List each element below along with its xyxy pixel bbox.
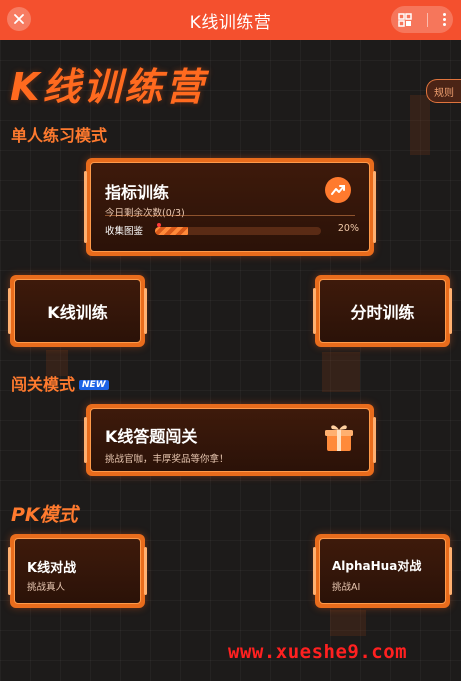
close-icon <box>14 14 24 24</box>
watermark: www.xueshe9.com <box>228 641 408 663</box>
section-title-challenge: 闯关模式 NEW <box>11 371 109 395</box>
capsule-menu <box>391 6 453 33</box>
capsule-divider <box>426 12 428 27</box>
card-inner: K线答题闯关 挑战官咖，丰厚奖品等你拿！ <box>84 408 376 472</box>
section-title-pk: PK模式 <box>11 504 78 526</box>
decor-bar <box>410 95 430 155</box>
card-inner: 分时训练 <box>313 279 452 343</box>
new-badge: NEW <box>79 380 109 390</box>
kline-training-label: K线训练 <box>47 303 108 322</box>
section-title-challenge-text: 闯关模式 <box>11 375 76 394</box>
indicator-training-card[interactable]: 指标训练 今日剩余次数(0/3) 收集图鉴 20% <box>84 158 376 256</box>
progress-fill <box>155 227 189 235</box>
collection-progress <box>155 227 321 235</box>
quiz-challenge-card[interactable]: K线答题闯关 挑战官咖，丰厚奖品等你拿！ <box>84 404 376 476</box>
card-inner: AlphaHua对战 挑战AI <box>313 538 452 604</box>
window-title: K线训练营 <box>189 12 272 33</box>
gift-icon <box>325 425 353 451</box>
close-button[interactable] <box>7 7 31 31</box>
card-title: AlphaHua对战 <box>332 559 422 573</box>
kline-training-button[interactable]: K线训练 <box>8 275 147 347</box>
remaining-count: 今日剩余次数(0/3) <box>105 208 185 219</box>
card-inner: K线训练 <box>8 279 147 343</box>
section-title-single: 单人练习模式 <box>11 126 108 145</box>
pk-ai-card[interactable]: AlphaHua对战 挑战AI <box>313 534 452 608</box>
card-divider <box>105 215 355 216</box>
card-title: 指标训练 <box>105 183 170 202</box>
trend-icon <box>325 177 351 203</box>
grid-icon[interactable] <box>398 12 413 27</box>
hero-title: K线训练营 <box>10 65 207 109</box>
collect-label: 收集图鉴 <box>105 226 144 237</box>
card-subtitle: 挑战真人 <box>27 582 66 593</box>
decor-bar <box>330 610 366 636</box>
timeshare-training-label: 分时训练 <box>350 303 415 322</box>
top-bar: K线训练营 <box>0 0 461 40</box>
card-title: K线答题闯关 <box>105 427 198 446</box>
more-icon[interactable] <box>442 13 446 26</box>
card-subtitle: 挑战官咖，丰厚奖品等你拿！ <box>105 454 229 465</box>
card-inner: 指标训练 今日剩余次数(0/3) 收集图鉴 20% <box>84 162 376 252</box>
card-inner: K线对战 挑战真人 <box>8 538 147 604</box>
card-subtitle: 挑战AI <box>332 582 361 593</box>
timeshare-training-button[interactable]: 分时训练 <box>313 275 452 347</box>
progress-percent: 20% <box>337 223 359 234</box>
pk-kline-card[interactable]: K线对战 挑战真人 <box>8 534 147 608</box>
card-title: K线对战 <box>27 561 77 576</box>
rules-button[interactable]: 规则 <box>426 79 461 103</box>
decor-bar <box>322 352 360 392</box>
